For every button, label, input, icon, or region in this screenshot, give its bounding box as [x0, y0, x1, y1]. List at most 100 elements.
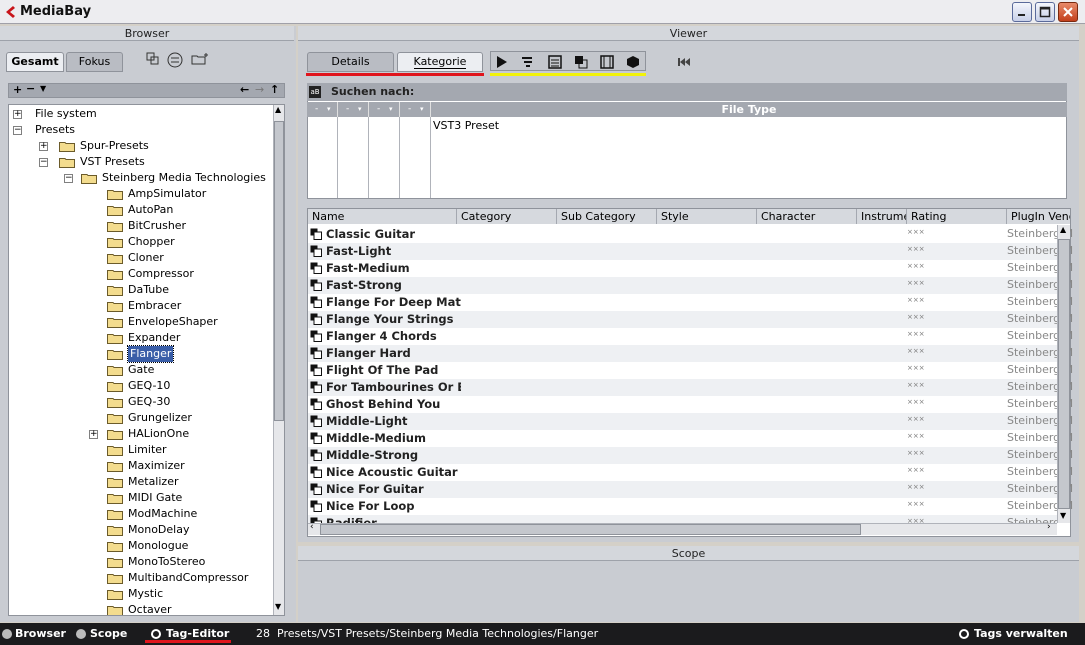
copy-view-icon[interactable] [574, 55, 588, 69]
tree-item[interactable]: Cloner [9, 250, 273, 266]
tree-item[interactable]: + Spur-Presets [9, 138, 273, 154]
tree-item[interactable]: Metalizer [9, 474, 273, 490]
row-rating[interactable]: ××× [907, 245, 925, 253]
table-vscroll-thumb[interactable] [1058, 239, 1070, 509]
table-row[interactable]: Fast-Strong ××× Steinberg M [308, 277, 1073, 294]
tree-scrollbar[interactable]: ▲ ▼ [273, 105, 284, 615]
table-row[interactable]: Fast-Light ××× Steinberg M [308, 243, 1073, 260]
browser-toggle-icon[interactable] [2, 629, 12, 639]
collapse-icon[interactable]: − [64, 174, 73, 183]
tree-item[interactable]: Compressor [9, 266, 273, 282]
tag-editor-toggle[interactable]: Tag-Editor [166, 627, 229, 640]
tree-item[interactable]: MonoDelay [9, 522, 273, 538]
tree-item[interactable]: GEQ-30 [9, 394, 273, 410]
tree-item[interactable]: − Presets [9, 122, 273, 138]
table-vscrollbar[interactable]: ▲ ▼ [1057, 225, 1070, 523]
tree-item[interactable]: − VST Presets [9, 154, 273, 170]
tree-item[interactable]: BitCrusher [9, 218, 273, 234]
tree-item[interactable]: Embracer [9, 298, 273, 314]
row-rating[interactable]: ××× [907, 279, 925, 287]
scroll-right-icon[interactable]: › [1047, 522, 1051, 532]
row-rating[interactable]: ××× [907, 262, 925, 270]
tree-item[interactable]: Monologue [9, 538, 273, 554]
table-row[interactable]: Nice Acoustic Guitar ××× Steinberg M [308, 464, 1073, 481]
column-sub-category[interactable]: Sub Category [557, 209, 657, 224]
close-button[interactable] [1058, 2, 1078, 22]
tree-item[interactable]: Chopper [9, 234, 273, 250]
expand-icon[interactable]: + [13, 110, 22, 119]
tree-item[interactable]: AmpSimulator [9, 186, 273, 202]
manage-tags-button[interactable]: Tags verwalten [974, 627, 1068, 640]
column-rating[interactable]: Rating [907, 209, 1007, 224]
tree-item[interactable]: Expander [9, 330, 273, 346]
expand-icon[interactable]: + [39, 142, 48, 151]
column-name[interactable]: Name [308, 209, 457, 224]
tree-item[interactable]: MonoToStereo [9, 554, 273, 570]
browser-toggle[interactable]: Browser [15, 627, 66, 640]
tree-item[interactable]: Gate [9, 362, 273, 378]
tree-view[interactable]: + File system − Presets + Spur-Presets − VST Pr… [8, 104, 285, 616]
row-rating[interactable]: ××× [907, 364, 925, 372]
tab-gesamt[interactable]: Gesamt [6, 52, 64, 72]
expand-all-icon[interactable]: + [13, 83, 22, 96]
manage-tags-icon[interactable] [959, 629, 969, 639]
row-rating[interactable]: ××× [907, 500, 925, 508]
collapse-icon[interactable]: − [39, 158, 48, 167]
tree-item[interactable]: + File system [9, 106, 273, 122]
tree-item[interactable]: DaTube [9, 282, 273, 298]
tree-item[interactable]: GEQ-10 [9, 378, 273, 394]
table-row[interactable]: Flanger 4 Chords ××× Steinberg M [308, 328, 1073, 345]
filter-column-3[interactable]: - ▾ [369, 102, 400, 117]
table-row[interactable]: Nice For Loop ××× Steinberg M [308, 498, 1073, 515]
table-hscrollbar[interactable]: ‹ › [308, 522, 1057, 535]
row-rating[interactable]: ××× [907, 398, 925, 406]
tree-item[interactable]: Flanger [9, 345, 273, 363]
tree-item[interactable]: + HALionOne [9, 426, 273, 442]
list-view-icon[interactable] [548, 55, 562, 69]
table-row[interactable]: Middle-Light ××× Steinberg M [308, 413, 1073, 430]
tree-item[interactable]: Octaver [9, 602, 273, 615]
sync-icon[interactable] [167, 52, 183, 68]
collapse-icon[interactable]: − [13, 126, 22, 135]
filter-column-2[interactable]: - ▾ [338, 102, 369, 117]
copy-icon[interactable] [146, 52, 160, 66]
row-rating[interactable]: ××× [907, 483, 925, 491]
row-rating[interactable]: ××× [907, 449, 925, 457]
scroll-up-icon[interactable]: ▲ [275, 105, 281, 114]
row-rating[interactable]: ××× [907, 228, 925, 236]
table-row[interactable]: Flange Your Strings ××× Steinberg M [308, 311, 1073, 328]
filter-column-4[interactable]: - ▾ [400, 102, 431, 117]
table-row[interactable]: Fast-Medium ××× Steinberg M [308, 260, 1073, 277]
table-hscroll-thumb[interactable] [320, 524, 861, 535]
search-icon[interactable]: aB [309, 86, 321, 98]
up-arrow-icon[interactable]: ↑ [270, 83, 279, 96]
tree-item[interactable]: MultibandCompressor [9, 570, 273, 586]
collapse-all-icon[interactable]: − [26, 82, 35, 95]
tab-details[interactable]: Details [307, 52, 394, 72]
scroll-down-icon[interactable]: ▼ [275, 602, 281, 611]
tree-item[interactable]: − Steinberg Media Technologies [9, 170, 273, 186]
tag-editor-toggle-icon[interactable] [151, 629, 161, 639]
tree-item[interactable]: Grungelizer [9, 410, 273, 426]
column-style[interactable]: Style [657, 209, 757, 224]
forward-arrow-icon[interactable]: → [255, 83, 264, 96]
tree-item[interactable]: Maximizer [9, 458, 273, 474]
scroll-down-icon[interactable]: ▼ [1060, 511, 1066, 520]
table-row[interactable]: Middle-Medium ××× Steinberg M [308, 430, 1073, 447]
tree-item[interactable]: Mystic [9, 586, 273, 602]
table-row[interactable]: Radifier×××Steinberg M [308, 515, 1058, 523]
filter-icon[interactable] [521, 55, 535, 69]
table-row[interactable]: For Tambourines Or Els ××× Steinberg M [308, 379, 1073, 396]
table-row[interactable]: Nice For Guitar ××× Steinberg M [308, 481, 1073, 498]
file-type-value[interactable]: VST3 Preset [433, 119, 499, 132]
tree-item[interactable]: AutoPan [9, 202, 273, 218]
maximize-button[interactable] [1035, 2, 1055, 22]
row-rating[interactable]: ××× [907, 415, 925, 423]
tab-fokus[interactable]: Fokus [66, 52, 123, 72]
filter-column-1[interactable]: - ▾ [307, 102, 338, 117]
scroll-left-icon[interactable]: ‹ [310, 522, 314, 532]
tree-scroll-thumb[interactable] [274, 121, 284, 421]
tree-item[interactable]: ModMachine [9, 506, 273, 522]
scope-toggle[interactable]: Scope [90, 627, 127, 640]
add-folder-icon[interactable] [191, 52, 209, 66]
